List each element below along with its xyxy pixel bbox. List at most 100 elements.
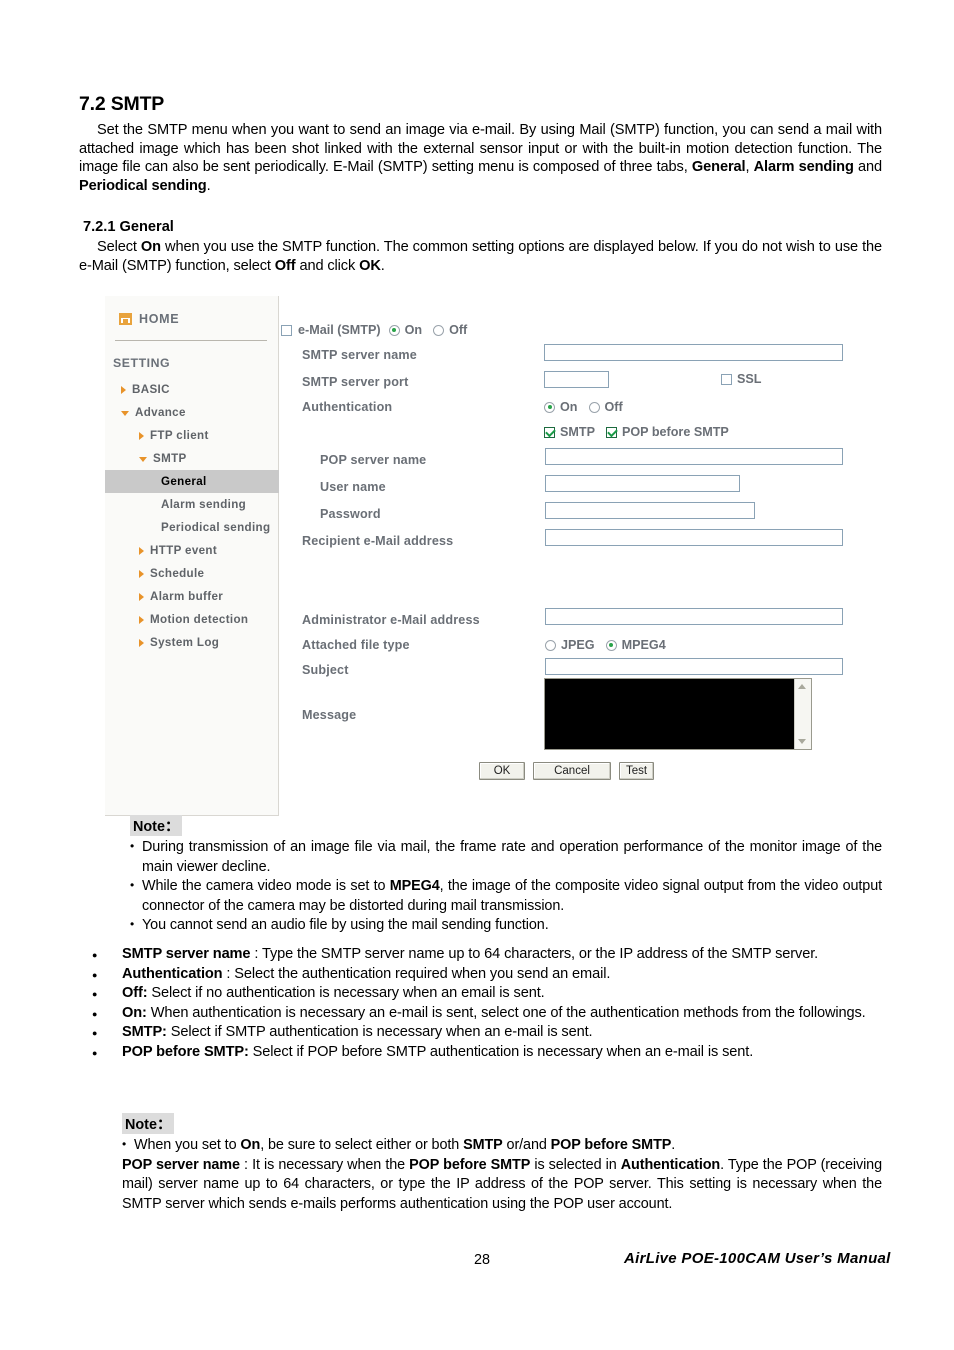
authentication-label-row: Authentication [302,400,392,414]
message-textarea-content [545,679,794,749]
sidebar-item-advance[interactable]: Advance [105,401,279,424]
sidebar-item-basic[interactable]: BASIC [105,378,279,401]
list-item: Off: Select if no authentication is nece… [92,984,882,1004]
test-button[interactable]: Test [619,762,654,780]
chevron-right-icon[interactable] [139,569,144,578]
smtp-server-port-label-row: SMTP server port [302,375,408,389]
subject-input[interactable] [545,658,843,675]
sidebar-item-label: Periodical sending [161,521,271,534]
sidebar-item-ftp-client[interactable]: FTP client [105,424,279,447]
chevron-right-icon[interactable] [139,615,144,624]
pop-before-smtp-checkbox[interactable] [605,426,617,438]
ssl-row: SSL [721,372,773,386]
chevron-down-icon[interactable] [121,411,129,416]
sidebar-item-periodical-sending[interactable]: Periodical sending [105,516,279,539]
subject-label: Subject [302,663,349,677]
intro-paragraph: Set the SMTP menu when you want to send … [79,122,882,194]
user-name-label-row: User name [320,480,386,494]
email-smtp-off-label: Off [449,323,468,337]
camera-settings-screenshot: HOME SETTING BASIC Advance FTP client SMTP G… [105,296,855,816]
list-item: POP before SMTP: Select if POP before SM… [92,1043,882,1063]
message-scrollbar[interactable] [794,679,811,749]
sidebar-item-label: SMTP [153,452,187,465]
authentication-on-radio[interactable] [544,401,555,413]
ok-button[interactable]: OK [479,762,525,780]
administrator-email-label: Administrator e-Mail address [302,613,480,627]
sidebar-item-label: Advance [135,406,186,419]
smtp-auth-checkbox[interactable] [544,426,555,438]
list-item: POP server name : It is necessary when t… [122,1156,882,1212]
authentication-radio-row: On Off [544,400,634,414]
sidebar-section-label: SETTING [113,356,171,370]
sidebar-item-home[interactable]: HOME [119,312,179,326]
chevron-right-icon[interactable] [139,431,144,440]
note-1-list: During transmission of an image file via… [130,837,882,936]
smtp-server-name-label-row: SMTP server name [302,348,417,362]
list-item: SMTP server name : Type the SMTP server … [92,945,882,965]
administrator-email-input[interactable] [545,608,843,625]
email-smtp-off-radio[interactable] [433,324,445,336]
list-item: On: When authentication is necessary an … [92,1004,882,1024]
user-name-label: User name [320,480,386,494]
email-smtp-title: e-Mail (SMTP) [298,323,381,337]
recipient-email-input[interactable] [545,529,843,546]
sidebar-item-smtp[interactable]: SMTP [105,447,279,470]
cancel-button[interactable]: Cancel [533,762,611,780]
sidebar-item-http-event[interactable]: HTTP event [105,539,279,562]
email-smtp-checkbox[interactable] [281,324,292,336]
settings-sidebar: HOME SETTING BASIC Advance FTP client SMTP G… [105,296,279,816]
smtp-auth-label: SMTP [560,425,595,439]
scroll-down-icon[interactable] [798,739,806,744]
pop-server-name-input[interactable] [545,448,843,465]
page-title: 7.2 SMTP [79,93,165,115]
smtp-general-form: e-Mail (SMTP) On Off SMTP server name SM… [279,296,855,816]
sidebar-item-schedule[interactable]: Schedule [105,562,279,585]
message-textarea[interactable] [544,678,812,750]
chevron-right-icon[interactable] [121,385,126,394]
sidebar-item-alarm-buffer[interactable]: Alarm buffer [105,585,279,608]
email-smtp-on-label: On [404,323,423,337]
jpeg-radio[interactable] [545,639,556,651]
subject-label-row: Subject [302,663,349,677]
sidebar-item-label: Alarm sending [161,498,247,511]
smtp-server-name-input[interactable] [544,344,843,361]
email-smtp-on-radio[interactable] [388,324,400,336]
smtp-server-port-label: SMTP server port [302,375,409,389]
note-block-1: Note： During transmission of an image fi… [130,815,882,936]
sidebar-item-label: HTTP event [150,544,218,557]
sidebar-item-general[interactable]: General [105,470,279,493]
password-input[interactable] [545,502,755,519]
pop-server-name-label-row: POP server name [320,453,426,467]
pop-before-smtp-label: POP before SMTP [621,425,729,439]
sidebar-item-label: FTP client [150,429,209,442]
general-paragraph: Select On when you use the SMTP function… [79,239,882,274]
ssl-checkbox[interactable] [721,373,732,385]
chevron-right-icon[interactable] [139,592,144,601]
smtp-server-port-input[interactable] [544,371,609,388]
authentication-method-row: SMTP POP before SMTP [544,425,740,439]
sidebar-item-system-log[interactable]: System Log [105,631,279,654]
chevron-right-icon[interactable] [139,638,144,647]
recipient-email-label: Recipient e-Mail address [302,534,454,548]
user-name-input[interactable] [545,475,740,492]
mpeg4-radio[interactable] [605,639,617,651]
sidebar-item-label: BASIC [132,383,170,396]
sidebar-item-motion-detection[interactable]: Motion detection [105,608,279,631]
smtp-definitions-list: SMTP server name : Type the SMTP server … [92,945,882,1063]
password-label: Password [320,507,381,521]
jpeg-label: JPEG [561,638,595,652]
mpeg4-label: MPEG4 [621,638,666,652]
home-icon [119,313,132,325]
password-label-row: Password [320,507,381,521]
sidebar-item-alarm-sending[interactable]: Alarm sending [105,493,279,516]
note-block-2: Note： When you set to On, be sure to sel… [122,1113,882,1214]
home-label: HOME [139,312,180,326]
chevron-right-icon[interactable] [139,546,144,555]
administrator-email-label-row: Administrator e-Mail address [302,613,480,627]
section-subheading: 7.2.1 General [83,219,174,235]
sidebar-item-label: Schedule [150,567,205,580]
scroll-up-icon[interactable] [798,684,806,689]
attached-file-type-label: Attached file type [302,638,410,652]
authentication-off-radio[interactable] [588,401,600,413]
chevron-down-icon[interactable] [139,457,147,462]
